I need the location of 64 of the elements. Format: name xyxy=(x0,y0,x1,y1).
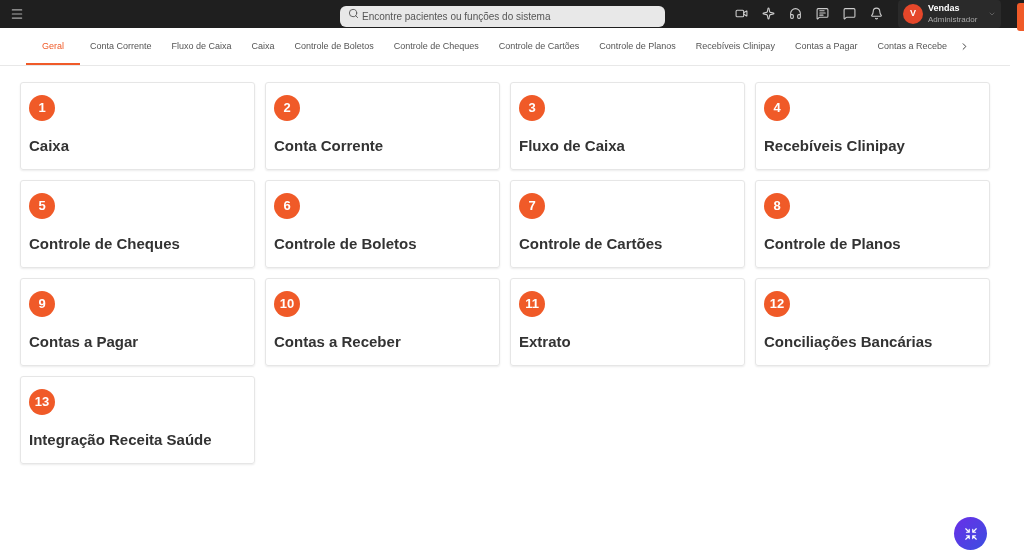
shortcut-card[interactable]: 6 Controle de Boletos xyxy=(265,180,500,268)
number-badge: 1 xyxy=(29,95,55,121)
shortcut-card[interactable]: 12 Conciliações Bancárias xyxy=(755,278,990,366)
tab[interactable]: Fluxo de Caixa xyxy=(161,28,242,65)
shortcut-card[interactable]: 5 Controle de Cheques xyxy=(20,180,255,268)
card-title: Controle de Cartões xyxy=(519,234,664,254)
tab[interactable]: Controle de Cheques xyxy=(383,28,489,65)
card-title: Conta Corrente xyxy=(274,136,385,156)
tab[interactable]: Contas a Pagar xyxy=(784,28,868,65)
shortcut-card[interactable]: 3 Fluxo de Caixa xyxy=(510,82,745,170)
menu-icon[interactable] xyxy=(10,7,24,21)
shortcut-card[interactable]: 11 Extrato xyxy=(510,278,745,366)
tab[interactable]: Controle de Planos xyxy=(589,28,686,65)
tab[interactable]: Conta Corrente xyxy=(80,28,162,65)
card-title: Fluxo de Caixa xyxy=(519,136,626,156)
tab[interactable]: Caixa xyxy=(241,28,285,65)
number-badge: 4 xyxy=(764,95,790,121)
card-title: Extrato xyxy=(519,332,572,352)
tab[interactable]: Controle de Boletos xyxy=(284,28,384,65)
number-badge: 9 xyxy=(29,291,55,317)
card-title: Integração Receita Saúde xyxy=(29,430,213,450)
search-field[interactable]: Encontre pacientes ou funções do sistema xyxy=(340,6,665,27)
card-title: Controle de Boletos xyxy=(274,234,418,254)
tab[interactable]: Geral xyxy=(26,28,80,65)
headset-icon[interactable] xyxy=(789,7,802,20)
user-role: Administrador xyxy=(928,14,978,25)
number-badge: 7 xyxy=(519,193,545,219)
user-avatar: V xyxy=(903,4,923,24)
number-badge: 13 xyxy=(29,389,55,415)
shortcut-card[interactable]: 7 Controle de Cartões xyxy=(510,180,745,268)
tab[interactable]: Recebíveis Clinipay xyxy=(685,28,785,65)
user-name: Vendas xyxy=(928,3,961,14)
number-badge: 5 xyxy=(29,193,55,219)
bell-icon[interactable] xyxy=(870,7,883,20)
shortcut-card[interactable]: 13 Integração Receita Saúde xyxy=(20,376,255,464)
card-title: Contas a Pagar xyxy=(29,332,140,352)
number-badge: 8 xyxy=(764,193,790,219)
shortcut-card[interactable]: 9 Contas a Pagar xyxy=(20,278,255,366)
video-icon[interactable] xyxy=(735,7,748,20)
card-title: Caixa xyxy=(29,136,71,156)
number-badge: 10 xyxy=(274,291,300,317)
tab[interactable]: Contas a Recebe xyxy=(867,28,957,65)
number-badge: 2 xyxy=(274,95,300,121)
shortcut-card[interactable]: 4 Recebíveis Clinipay xyxy=(755,82,990,170)
card-title: Recebíveis Clinipay xyxy=(764,136,906,156)
shortcut-card[interactable]: 1 Caixa xyxy=(20,82,255,170)
card-title: Controle de Planos xyxy=(764,234,902,254)
card-title: Conciliações Bancárias xyxy=(764,332,934,352)
card-title: Controle de Cheques xyxy=(29,234,181,254)
user-menu[interactable]: V Vendas Administrador xyxy=(898,0,1001,28)
number-badge: 11 xyxy=(519,291,545,317)
shortcut-card[interactable]: 10 Contas a Receber xyxy=(265,278,500,366)
number-badge: 12 xyxy=(764,291,790,317)
card-title: Contas a Receber xyxy=(274,332,402,352)
number-badge: 6 xyxy=(274,193,300,219)
chat-icon[interactable] xyxy=(843,7,856,20)
search-icon xyxy=(348,8,359,19)
caret-icon xyxy=(988,10,996,18)
shortcut-card[interactable]: 2 Conta Corrente xyxy=(265,82,500,170)
shortcut-card[interactable]: 8 Controle de Planos xyxy=(755,180,990,268)
tab[interactable]: Controle de Cartões xyxy=(488,28,590,65)
number-badge: 3 xyxy=(519,95,545,121)
assistant-button[interactable] xyxy=(954,517,987,550)
message-icon[interactable] xyxy=(816,7,829,20)
